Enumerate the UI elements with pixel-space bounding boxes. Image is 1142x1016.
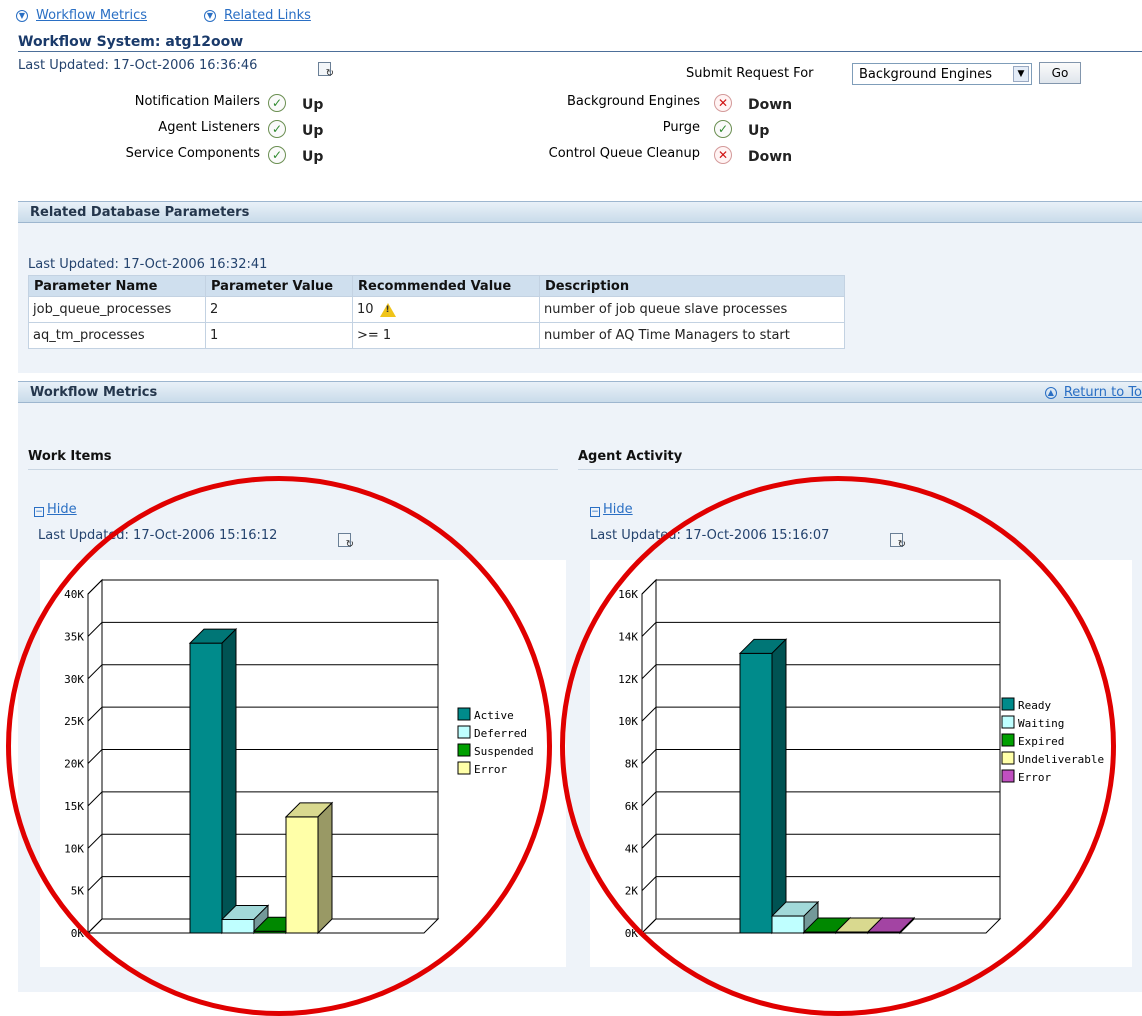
check-icon: ✓: [268, 120, 286, 138]
table-row: job_queue_processes 2 10 number of job q…: [28, 296, 845, 323]
nav-related-links-label[interactable]: Related Links: [224, 8, 311, 23]
table-cell-value: 10: [357, 302, 374, 317]
nav-workflow-metrics-label[interactable]: Workflow Metrics: [36, 8, 147, 23]
table-cell: >= 1: [352, 322, 540, 349]
status-value: Up: [302, 123, 324, 139]
db-params-header: Related Database Parameters: [18, 201, 1142, 223]
annotation-circle: [6, 476, 552, 1016]
column-header: Recommended Value: [352, 275, 540, 297]
table-row: aq_tm_processes 1 >= 1 number of AQ Time…: [28, 322, 845, 349]
table-cell: aq_tm_processes: [28, 322, 206, 349]
status-value: Up: [748, 123, 770, 139]
column-header: Parameter Value: [205, 275, 353, 297]
table-cell: job_queue_processes: [28, 296, 206, 323]
annotation-circle: [560, 476, 1116, 1016]
db-params-last-updated: Last Updated: 17-Oct-2006 16:32:41: [28, 257, 268, 272]
return-to-top-label[interactable]: Return to To: [1064, 385, 1142, 400]
chevron-up-icon: ▲: [1044, 386, 1057, 399]
refresh-icon[interactable]: [318, 62, 334, 79]
db-params-title: Related Database Parameters: [30, 205, 250, 220]
return-to-top-link[interactable]: ▲ Return to To: [1044, 385, 1142, 400]
status-value: Up: [302, 97, 324, 113]
nav-workflow-metrics[interactable]: ▼ Workflow Metrics: [16, 8, 147, 23]
status-label: Notification Mailers: [134, 94, 260, 109]
go-button-label: Go: [1051, 66, 1069, 80]
table-header-row: Parameter Name Parameter Value Recommend…: [28, 275, 845, 297]
check-icon: ✓: [268, 94, 286, 112]
collapse-icon: −: [34, 507, 44, 517]
page-title: Workflow System: atg12oow: [18, 34, 244, 50]
warning-icon: [379, 302, 396, 317]
status-label: Control Queue Cleanup: [548, 146, 700, 161]
db-params-table: Parameter Name Parameter Value Recommend…: [28, 275, 845, 349]
expand-down-icon: ▼: [204, 9, 216, 22]
status-label: Agent Listeners: [158, 120, 260, 135]
table-cell: 2: [205, 296, 353, 323]
agent-activity-title: Agent Activity: [578, 449, 683, 464]
submit-request-select[interactable]: Background Engines ▼: [852, 63, 1032, 85]
work-items-hide-toggle[interactable]: − Hide: [34, 502, 77, 517]
agent-activity-divider: [578, 469, 1142, 470]
agent-activity-hide-label[interactable]: Hide: [603, 502, 633, 517]
table-cell: 1: [205, 322, 353, 349]
workflow-metrics-header: Workflow Metrics ▲ Return to To: [18, 381, 1142, 403]
status-label: Service Components: [125, 146, 260, 161]
agent-activity-hide-toggle[interactable]: − Hide: [590, 502, 633, 517]
error-icon: ✕: [714, 146, 732, 164]
work-items-title: Work Items: [28, 449, 112, 464]
collapse-icon: −: [590, 507, 600, 517]
chevron-down-icon[interactable]: ▼: [1013, 66, 1029, 82]
workflow-metrics-title: Workflow Metrics: [30, 385, 158, 400]
status-value: Down: [748, 149, 793, 165]
table-cell: number of job queue slave processes: [539, 296, 845, 323]
status-value: Down: [748, 97, 793, 113]
work-items-divider: [28, 469, 558, 470]
title-divider: [18, 51, 1142, 52]
check-icon: ✓: [268, 146, 286, 164]
status-label: Background Engines: [566, 94, 700, 109]
go-button[interactable]: Go: [1039, 62, 1081, 84]
db-params-body: Last Updated: 17-Oct-2006 16:32:41 Param…: [18, 223, 1142, 373]
submit-request-select-value: Background Engines: [859, 67, 993, 82]
work-items-hide-label[interactable]: Hide: [47, 502, 77, 517]
table-cell: 10: [352, 296, 540, 323]
error-icon: ✕: [714, 94, 732, 112]
column-header: Parameter Name: [28, 275, 206, 297]
table-cell: number of AQ Time Managers to start: [539, 322, 845, 349]
system-last-updated: Last Updated: 17-Oct-2006 16:36:46: [18, 58, 258, 73]
submit-request-label: Submit Request For: [686, 66, 814, 81]
nav-related-links[interactable]: ▼ Related Links: [204, 8, 311, 23]
column-header: Description: [539, 275, 845, 297]
status-label: Purge: [662, 120, 700, 135]
check-icon: ✓: [714, 120, 732, 138]
status-value: Up: [302, 149, 324, 165]
expand-down-icon: ▼: [16, 9, 28, 22]
